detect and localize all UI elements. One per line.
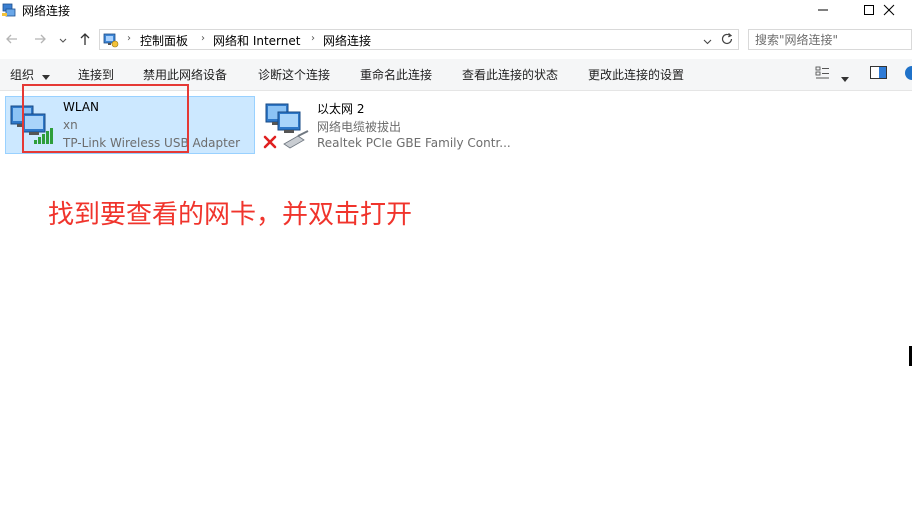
window-title: 网络连接 bbox=[22, 4, 71, 18]
search-input[interactable] bbox=[755, 32, 895, 47]
chevron-down-icon bbox=[703, 34, 712, 48]
rename-button[interactable]: 重命名此连接 bbox=[360, 66, 432, 83]
arrow-right-icon bbox=[33, 32, 47, 49]
organize-label: 组织 bbox=[10, 68, 35, 82]
help-icon bbox=[905, 66, 912, 83]
arrow-up-icon bbox=[78, 32, 92, 49]
minimize-button[interactable] bbox=[800, 0, 846, 20]
connection-status: 网络电缆被拔出 bbox=[317, 120, 402, 134]
chevron-down-icon bbox=[841, 71, 849, 85]
view-options-button[interactable] bbox=[841, 71, 849, 85]
preview-pane-button[interactable] bbox=[870, 66, 887, 82]
chevron-down-icon bbox=[59, 33, 67, 47]
highlight-box bbox=[22, 84, 189, 153]
instruction-annotation: 找到要查看的网卡，并双击打开 bbox=[48, 200, 413, 230]
connection-name: 以太网 2 bbox=[317, 102, 365, 116]
view-status-button[interactable]: 查看此连接的状态 bbox=[462, 66, 558, 83]
close-button[interactable] bbox=[866, 0, 912, 20]
back-button[interactable] bbox=[3, 31, 21, 49]
refresh-button[interactable] bbox=[720, 32, 734, 49]
disable-device-button[interactable]: 禁用此网络设备 bbox=[143, 66, 227, 83]
address-bar[interactable] bbox=[99, 29, 739, 50]
breadcrumb-separator-icon[interactable]: › bbox=[201, 33, 205, 44]
title-bar bbox=[0, 0, 912, 22]
breadcrumb-control-panel[interactable]: 控制面板 bbox=[140, 32, 188, 49]
arrow-left-icon bbox=[5, 32, 19, 49]
breadcrumb-separator-icon[interactable]: › bbox=[127, 33, 131, 44]
organize-button[interactable]: 组织 bbox=[10, 66, 50, 83]
recent-locations-button[interactable] bbox=[57, 31, 69, 49]
breadcrumb-separator-icon[interactable]: › bbox=[311, 33, 315, 44]
breadcrumb-network-connections[interactable]: 网络连接 bbox=[323, 32, 371, 49]
refresh-icon bbox=[720, 33, 734, 49]
address-history-button[interactable] bbox=[703, 34, 712, 48]
change-view-button[interactable] bbox=[815, 66, 831, 83]
help-button[interactable] bbox=[905, 66, 912, 83]
connect-to-button[interactable]: 连接到 bbox=[78, 66, 114, 83]
chevron-down-icon bbox=[41, 69, 50, 83]
up-button[interactable] bbox=[76, 31, 94, 49]
breadcrumb-network-internet[interactable]: 网络和 Internet bbox=[213, 32, 300, 49]
search-box[interactable] bbox=[748, 29, 912, 50]
control-panel-icon bbox=[103, 32, 119, 48]
view-details-icon bbox=[815, 66, 831, 83]
disconnected-x-icon bbox=[263, 135, 277, 152]
network-connections-icon bbox=[2, 3, 16, 17]
diagnose-button[interactable]: 诊断这个连接 bbox=[258, 66, 330, 83]
connection-adapter: Realtek PCIe GBE Family Contr... bbox=[317, 136, 511, 150]
preview-pane-icon bbox=[870, 66, 887, 82]
change-settings-button[interactable]: 更改此连接的设置 bbox=[588, 66, 684, 83]
forward-button[interactable] bbox=[31, 31, 49, 49]
